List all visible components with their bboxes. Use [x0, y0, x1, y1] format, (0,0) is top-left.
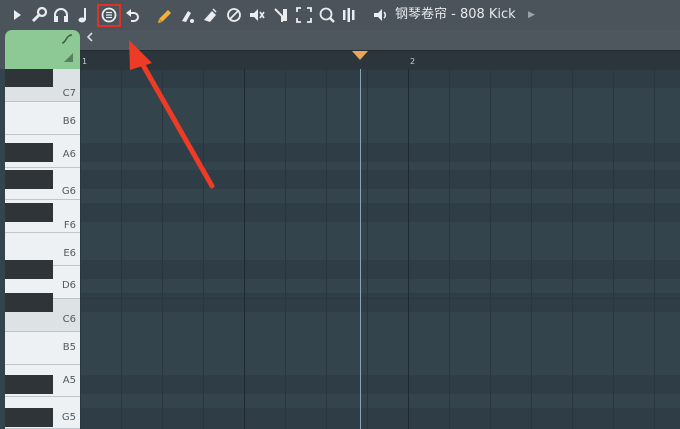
key-label: F6: [63, 220, 76, 231]
bar-number: 1: [82, 57, 88, 66]
eraser-icon[interactable]: [201, 6, 219, 24]
key-label: A6: [62, 149, 76, 160]
key-label: B5: [62, 342, 76, 353]
brush-icon[interactable]: [178, 6, 196, 24]
piano-black-key[interactable]: [5, 203, 53, 222]
key-label: B6: [62, 116, 76, 127]
scroll-bar[interactable]: [80, 30, 680, 50]
window-title: 钢琴卷帘 - 808 Kick: [395, 7, 516, 22]
menu-arrow-icon[interactable]: [8, 6, 26, 24]
note-grid[interactable]: [80, 69, 680, 429]
key-label: C7: [62, 88, 76, 99]
tab-resize-icon: [64, 53, 73, 62]
piano-black-key[interactable]: [5, 170, 53, 189]
key-label: G6: [61, 186, 76, 197]
piano-black-key[interactable]: [5, 69, 53, 87]
speaker-icon[interactable]: [372, 6, 390, 24]
key-label: C6: [62, 314, 76, 325]
zoom-icon[interactable]: [318, 6, 336, 24]
scroll-left-icon[interactable]: [83, 30, 97, 48]
piano-black-key[interactable]: [5, 375, 53, 394]
playback-marker-icon[interactable]: [352, 51, 368, 60]
slice-icon[interactable]: [272, 6, 290, 24]
piano-black-key[interactable]: [5, 408, 53, 427]
highlight-box: [97, 4, 121, 27]
piano-keyboard[interactable]: C7 B6 A6 G6 F6 E6 D6 C6 B5 A5 G5: [5, 69, 80, 429]
playback-icon[interactable]: [340, 6, 358, 24]
select-icon[interactable]: [295, 6, 313, 24]
speaker-mute-icon[interactable]: [248, 6, 266, 24]
bar-number: 2: [410, 57, 416, 66]
piano-roll-toolbar: 钢琴卷帘 - 808 Kick ▶: [0, 0, 680, 30]
mute-icon[interactable]: [225, 6, 243, 24]
piano-black-key[interactable]: [5, 260, 53, 279]
headphones-icon[interactable]: [52, 6, 70, 24]
piano-black-key[interactable]: [5, 143, 53, 162]
title-arrow-icon[interactable]: ▶: [528, 6, 535, 24]
key-label: E6: [63, 248, 76, 259]
timeline-ruler[interactable]: 1 2: [80, 50, 680, 70]
key-label: G5: [61, 412, 76, 423]
undo-icon[interactable]: [124, 6, 142, 24]
playhead-line: [360, 69, 361, 429]
key-label: D6: [61, 280, 76, 291]
curve-icon: [61, 33, 73, 48]
note-icon[interactable]: [74, 6, 92, 24]
key-label: A5: [62, 375, 76, 386]
pencil-icon[interactable]: [156, 6, 174, 24]
wrench-icon[interactable]: [30, 6, 48, 24]
piano-black-key[interactable]: [5, 293, 53, 312]
